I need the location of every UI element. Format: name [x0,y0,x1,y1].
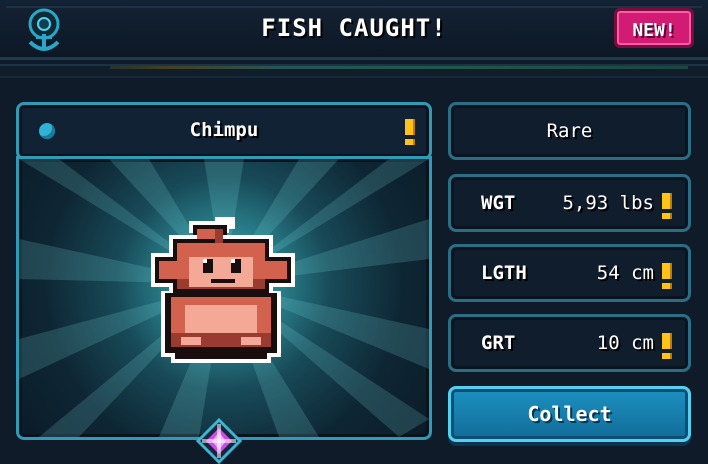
rarity-panel: Rare [448,102,691,160]
weight-label: WGT [481,192,516,214]
fish-portrait-panel [16,156,432,440]
length-label: LGTH [481,262,527,284]
fish-name: Chimpu [189,119,259,141]
fish-caught-dialog: FISH CAUGHT! NEW! Chimpu Rare WGT 5,93 l… [0,0,708,464]
new-badge: NEW! [614,8,694,48]
dialog-title: FISH CAUGHT! [261,14,447,42]
girth-panel: GRT 10 cm [448,314,691,372]
progress-strip [110,66,688,69]
gem-icon [196,418,242,464]
girth-value: 10 cm [596,332,654,354]
weight-value: 5,93 lbs [562,192,654,214]
length-value: 54 cm [596,262,654,284]
dialog-header: FISH CAUGHT! NEW! [0,0,708,60]
girth-label: GRT [481,332,516,354]
rarity-value: Rare [546,120,593,142]
collect-button[interactable]: Collect [448,386,691,442]
weight-panel: WGT 5,93 lbs [448,174,691,232]
fish-name-bar: Chimpu [16,102,432,160]
length-panel: LGTH 54 cm [448,244,691,302]
fish-sprite [151,217,295,363]
